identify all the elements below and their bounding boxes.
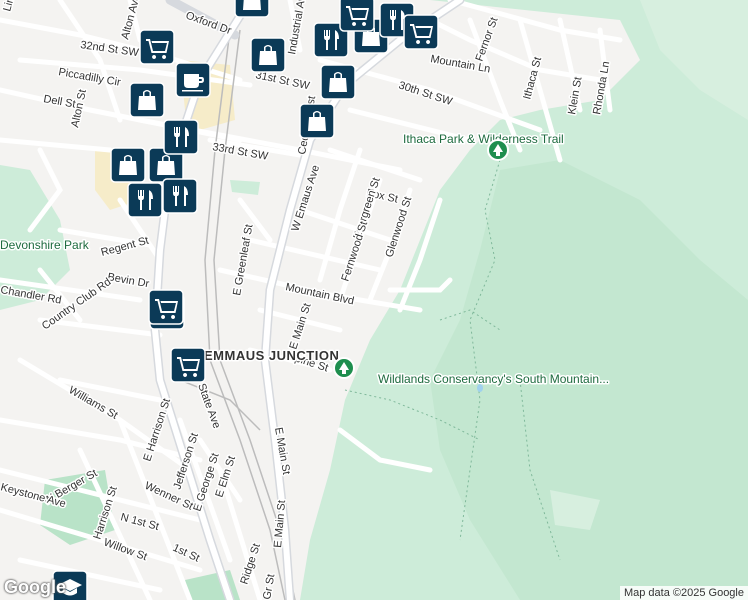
cafe-icon[interactable] bbox=[175, 62, 211, 98]
google-logo: Google bbox=[4, 577, 66, 597]
grocery-icon[interactable] bbox=[148, 289, 184, 325]
place-label-devonshire: Devonshire Park bbox=[0, 238, 90, 252]
shopping-icon[interactable] bbox=[250, 37, 286, 73]
restaurant-icon[interactable] bbox=[127, 182, 163, 218]
shopping-icon[interactable] bbox=[110, 147, 146, 183]
grocery-icon[interactable] bbox=[339, 0, 375, 32]
shopping-icon[interactable] bbox=[234, 0, 270, 18]
grocery-icon[interactable] bbox=[170, 347, 206, 383]
map-attribution[interactable]: Map data ©2025 Google bbox=[619, 586, 748, 600]
tree-icon[interactable] bbox=[333, 357, 355, 379]
place-label-wildlands: Wildlands Conservancy's South Mountain..… bbox=[378, 372, 609, 386]
shopping-icon[interactable] bbox=[299, 103, 335, 139]
restaurant-icon[interactable] bbox=[163, 119, 199, 155]
grocery-icon[interactable] bbox=[139, 29, 175, 65]
place-label-ithaca: Ithaca Park & Wilderness Trail bbox=[403, 132, 564, 146]
grocery-icon[interactable] bbox=[403, 14, 439, 50]
pond bbox=[477, 384, 483, 392]
restaurant-icon[interactable] bbox=[162, 178, 198, 214]
tree-icon[interactable] bbox=[487, 139, 509, 161]
map-canvas[interactable]: Oxford Dr Alton Ave Lindbergh Industrial… bbox=[0, 0, 748, 600]
shopping-icon[interactable] bbox=[320, 64, 356, 100]
shopping-icon[interactable] bbox=[129, 82, 165, 118]
place-label-emmaus-junction: EMMAUS JUNCTION bbox=[204, 348, 339, 363]
